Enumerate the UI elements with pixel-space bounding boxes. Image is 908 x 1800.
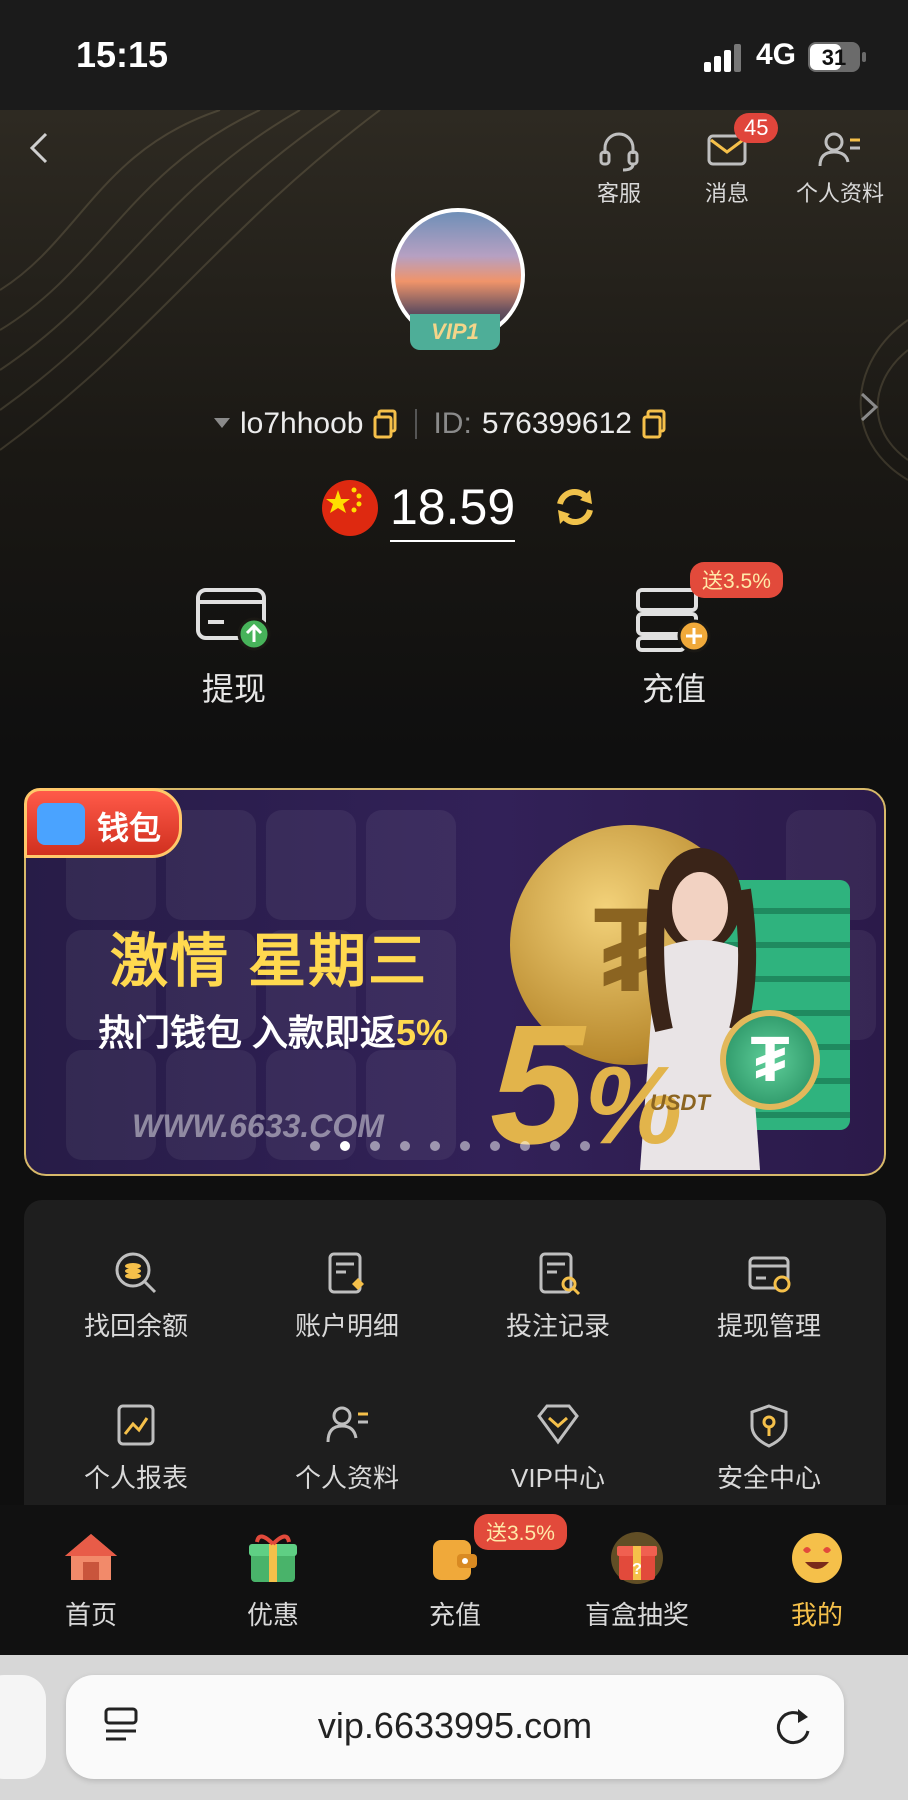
profile-label: 个人资料	[795, 181, 884, 206]
tab-mine[interactable]: 我的	[742, 1530, 892, 1632]
refresh-balance-icon[interactable]	[552, 484, 598, 530]
tab-mystery-box[interactable]: ? 盲盒抽奖	[562, 1530, 712, 1632]
grid-item-withdraw-manage[interactable]: 提现管理	[669, 1250, 869, 1343]
user-id: 576399612	[481, 407, 632, 440]
grid-item-label: 安全中心	[716, 1463, 821, 1493]
battery-icon: 31	[808, 42, 866, 72]
carousel-dot[interactable]	[370, 1141, 380, 1151]
messages-badge: 45	[734, 113, 779, 143]
security-shield-icon	[750, 1404, 788, 1448]
profile-icon	[326, 1406, 368, 1443]
svg-text:?: ?	[632, 1561, 642, 1578]
banner-title: 激情 星期三	[110, 929, 429, 994]
carousel-dot[interactable]	[430, 1141, 440, 1151]
bet-record-icon	[539, 1252, 581, 1296]
grid-item-personal-report[interactable]: 个人报表	[36, 1402, 236, 1495]
wallet-tag: 钱包	[24, 788, 182, 858]
china-flag-icon	[322, 480, 378, 536]
report-chart-icon	[117, 1404, 155, 1446]
banner-subtitle: 热门钱包 入款即返5%	[98, 1004, 448, 1056]
carousel-dot[interactable]	[490, 1141, 500, 1151]
gift-icon	[249, 1534, 297, 1582]
carousel-dot[interactable]	[340, 1141, 350, 1151]
banner-subtitle-highlight: 5%	[396, 1012, 449, 1053]
vip-level-badge: VIP1	[410, 314, 500, 350]
address-bar[interactable]: vip.6633995.com	[66, 1675, 844, 1779]
caret-down-icon[interactable]	[214, 418, 230, 430]
withdraw-label: 提现	[201, 671, 266, 707]
customer-service-label: 客服	[596, 181, 641, 206]
carousel-dot[interactable]	[460, 1141, 470, 1151]
deposit-promo-badge: 送3.5%	[690, 562, 783, 598]
user-info-row: lo7hhoob ID: 576399612	[214, 402, 668, 446]
copy-icon[interactable]	[373, 409, 399, 439]
tab-home[interactable]: 首页	[16, 1530, 166, 1632]
url-text: vip.6633995.com	[317, 1705, 593, 1746]
deposit-label: 充值	[641, 671, 706, 707]
chevron-right-icon[interactable]	[858, 390, 880, 424]
grid-item-label: 个人资料	[294, 1463, 399, 1493]
tab-offers-label: 优惠	[246, 1600, 299, 1630]
deposit-button[interactable]: 充值	[604, 584, 744, 710]
status-time: 15:15	[76, 34, 169, 75]
tab-deposit-promo-badge: 送3.5%	[474, 1514, 567, 1550]
grid-item-label: 投注记录	[505, 1311, 610, 1341]
tab-home-label: 首页	[64, 1600, 117, 1630]
carousel-dot[interactable]	[550, 1141, 560, 1151]
coin-label: USDT	[650, 1090, 710, 1115]
profile-card-icon	[818, 132, 860, 167]
grid-item-personal-profile[interactable]: 个人资料	[247, 1402, 447, 1495]
back-arrow-icon[interactable]	[24, 128, 54, 168]
grid-item-find-balance[interactable]: 找回余额	[36, 1250, 236, 1343]
withdraw-button[interactable]: 提现	[164, 584, 304, 710]
carousel-dot[interactable]	[310, 1141, 320, 1151]
balance-amount: 18.59	[390, 478, 516, 542]
username: lo7hhoob	[240, 407, 364, 440]
withdraw-manage-icon	[748, 1256, 791, 1293]
headset-icon	[599, 132, 639, 172]
wallet-tag-label: 钱包	[97, 810, 162, 846]
tab-mystery-box-label: 盲盒抽奖	[584, 1600, 689, 1630]
reload-icon[interactable]	[774, 1705, 814, 1749]
vip-diamond-icon	[537, 1404, 579, 1445]
grid-item-label: 账户明细	[294, 1311, 399, 1341]
network-type: 4G	[756, 38, 797, 71]
messages-label: 消息	[704, 181, 749, 206]
grid-item-security-center[interactable]: 安全中心	[669, 1402, 869, 1495]
battery-level: 31	[821, 45, 847, 70]
grid-item-label: 提现管理	[716, 1311, 821, 1341]
tether-coin-icon: ₮	[720, 1010, 820, 1110]
coin-search-icon	[115, 1252, 157, 1294]
copy-id-icon[interactable]	[642, 409, 668, 439]
previous-tab-stub[interactable]	[0, 1675, 46, 1779]
smiley-icon	[792, 1533, 842, 1583]
tab-mine-label: 我的	[790, 1600, 843, 1630]
mystery-box-icon: ?	[611, 1532, 663, 1584]
banner-subtitle-main: 热门钱包 入款即返	[98, 1012, 397, 1053]
grid-item-account-detail[interactable]: 账户明细	[247, 1250, 447, 1343]
account-detail-icon	[328, 1252, 364, 1294]
carousel-dot[interactable]	[520, 1141, 530, 1151]
grid-item-label: 找回余额	[83, 1311, 188, 1341]
tab-deposit-label: 充值	[428, 1600, 481, 1630]
signal-icon	[704, 44, 744, 72]
profile-button[interactable]: 个人资料	[790, 128, 890, 208]
tab-offers[interactable]: 优惠	[198, 1530, 348, 1632]
home-icon	[65, 1534, 117, 1580]
wallet-icon	[37, 803, 85, 845]
grid-item-label: 个人报表	[83, 1463, 188, 1493]
customer-service-button[interactable]: 客服	[574, 128, 664, 208]
carousel-dots[interactable]	[310, 1138, 610, 1156]
carousel-dot[interactable]	[580, 1141, 590, 1151]
grid-item-vip-center[interactable]: VIP中心	[458, 1402, 658, 1495]
withdraw-icon	[196, 588, 271, 651]
id-label: ID:	[433, 407, 472, 440]
grid-item-bet-record[interactable]: 投注记录	[458, 1250, 658, 1343]
grid-item-label: VIP中心	[511, 1463, 605, 1493]
carousel-dot[interactable]	[400, 1141, 410, 1151]
